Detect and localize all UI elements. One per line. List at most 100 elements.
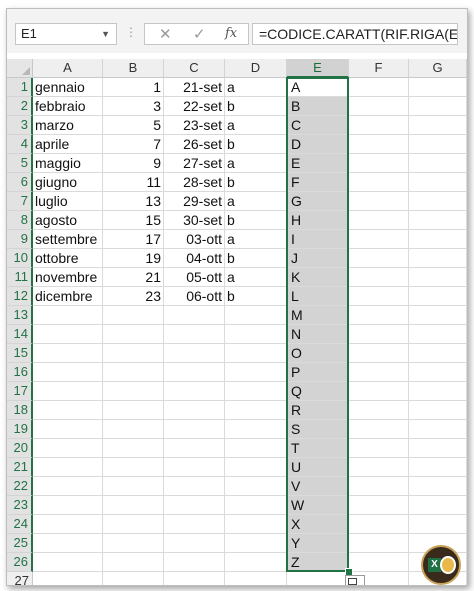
cell-f5[interactable]	[349, 154, 409, 173]
cell-b27[interactable]	[103, 572, 164, 585]
cell-f10[interactable]	[349, 249, 409, 268]
cell-e9[interactable]: I	[287, 230, 349, 249]
cell-f13[interactable]	[349, 306, 409, 325]
cell-e22[interactable]: V	[287, 477, 349, 496]
cell-a11[interactable]: novembre	[33, 268, 103, 287]
cell-e4[interactable]: D	[287, 135, 349, 154]
cell-d22[interactable]	[225, 477, 287, 496]
cell-a6[interactable]: giugno	[33, 173, 103, 192]
cell-b8[interactable]: 15	[103, 211, 164, 230]
drag-handle-icon[interactable]: ⋮	[125, 25, 137, 39]
cell-d23[interactable]	[225, 496, 287, 515]
cell-f24[interactable]	[349, 515, 409, 534]
cell-f19[interactable]	[349, 420, 409, 439]
cell-b13[interactable]	[103, 306, 164, 325]
cell-g23[interactable]	[409, 496, 467, 515]
cell-d16[interactable]	[225, 363, 287, 382]
row-header-3[interactable]: 3	[7, 116, 33, 135]
cell-e19[interactable]: S	[287, 420, 349, 439]
cell-c22[interactable]	[164, 477, 225, 496]
column-header-a[interactable]: A	[33, 59, 103, 78]
cell-b1[interactable]: 1	[103, 78, 164, 97]
cell-b17[interactable]	[103, 382, 164, 401]
row-header-20[interactable]: 20	[7, 439, 33, 458]
column-header-e[interactable]: E	[287, 59, 349, 78]
cell-d9[interactable]: a	[225, 230, 287, 249]
cell-a14[interactable]	[33, 325, 103, 344]
cell-f18[interactable]	[349, 401, 409, 420]
cell-d6[interactable]: b	[225, 173, 287, 192]
cell-f2[interactable]	[349, 97, 409, 116]
row-header-14[interactable]: 14	[7, 325, 33, 344]
cell-g3[interactable]	[409, 116, 467, 135]
cell-f21[interactable]	[349, 458, 409, 477]
cell-e15[interactable]: O	[287, 344, 349, 363]
cell-g2[interactable]	[409, 97, 467, 116]
row-header-12[interactable]: 12	[7, 287, 33, 306]
cell-a8[interactable]: agosto	[33, 211, 103, 230]
cell-g24[interactable]	[409, 515, 467, 534]
cell-b2[interactable]: 3	[103, 97, 164, 116]
row-header-10[interactable]: 10	[7, 249, 33, 268]
cell-d24[interactable]	[225, 515, 287, 534]
cell-b24[interactable]	[103, 515, 164, 534]
cell-c25[interactable]	[164, 534, 225, 553]
cell-b10[interactable]: 19	[103, 249, 164, 268]
check-icon[interactable]: ✓	[193, 25, 206, 43]
cell-g13[interactable]	[409, 306, 467, 325]
cell-c9[interactable]: 03-ott	[164, 230, 225, 249]
chevron-down-icon[interactable]: ▼	[101, 24, 110, 44]
column-header-c[interactable]: C	[164, 59, 225, 78]
cell-f11[interactable]	[349, 268, 409, 287]
row-header-17[interactable]: 17	[7, 382, 33, 401]
cell-d11[interactable]: a	[225, 268, 287, 287]
column-header-g[interactable]: G	[409, 59, 467, 78]
cell-d15[interactable]	[225, 344, 287, 363]
cell-d5[interactable]: a	[225, 154, 287, 173]
cell-g1[interactable]	[409, 78, 467, 97]
cell-d8[interactable]: b	[225, 211, 287, 230]
cell-f6[interactable]	[349, 173, 409, 192]
cell-d1[interactable]: a	[225, 78, 287, 97]
cell-g8[interactable]	[409, 211, 467, 230]
cell-a2[interactable]: febbraio	[33, 97, 103, 116]
cell-d2[interactable]: b	[225, 97, 287, 116]
cell-c2[interactable]: 22-set	[164, 97, 225, 116]
cell-a16[interactable]	[33, 363, 103, 382]
cell-g7[interactable]	[409, 192, 467, 211]
cell-c26[interactable]	[164, 553, 225, 572]
cell-c14[interactable]	[164, 325, 225, 344]
cell-a26[interactable]	[33, 553, 103, 572]
cell-c1[interactable]: 21-set	[164, 78, 225, 97]
cell-b3[interactable]: 5	[103, 116, 164, 135]
cell-a18[interactable]	[33, 401, 103, 420]
cell-e2[interactable]: B	[287, 97, 349, 116]
cell-g10[interactable]	[409, 249, 467, 268]
cell-b20[interactable]	[103, 439, 164, 458]
cell-c19[interactable]	[164, 420, 225, 439]
cell-c7[interactable]: 29-set	[164, 192, 225, 211]
cell-a17[interactable]	[33, 382, 103, 401]
cell-e8[interactable]: H	[287, 211, 349, 230]
cell-d26[interactable]	[225, 553, 287, 572]
cell-g17[interactable]	[409, 382, 467, 401]
cell-c15[interactable]	[164, 344, 225, 363]
cell-e23[interactable]: W	[287, 496, 349, 515]
cell-b22[interactable]	[103, 477, 164, 496]
cell-c20[interactable]	[164, 439, 225, 458]
row-header-25[interactable]: 25	[7, 534, 33, 553]
cell-a19[interactable]	[33, 420, 103, 439]
cell-b12[interactable]: 23	[103, 287, 164, 306]
fx-icon[interactable]: fx	[225, 26, 237, 41]
cell-b7[interactable]: 13	[103, 192, 164, 211]
cell-c17[interactable]	[164, 382, 225, 401]
cell-c12[interactable]: 06-ott	[164, 287, 225, 306]
cell-b19[interactable]	[103, 420, 164, 439]
row-header-2[interactable]: 2	[7, 97, 33, 116]
cell-b11[interactable]: 21	[103, 268, 164, 287]
cell-f23[interactable]	[349, 496, 409, 515]
cell-a12[interactable]: dicembre	[33, 287, 103, 306]
cell-f1[interactable]	[349, 78, 409, 97]
column-header-b[interactable]: B	[103, 59, 164, 78]
cell-c4[interactable]: 26-set	[164, 135, 225, 154]
